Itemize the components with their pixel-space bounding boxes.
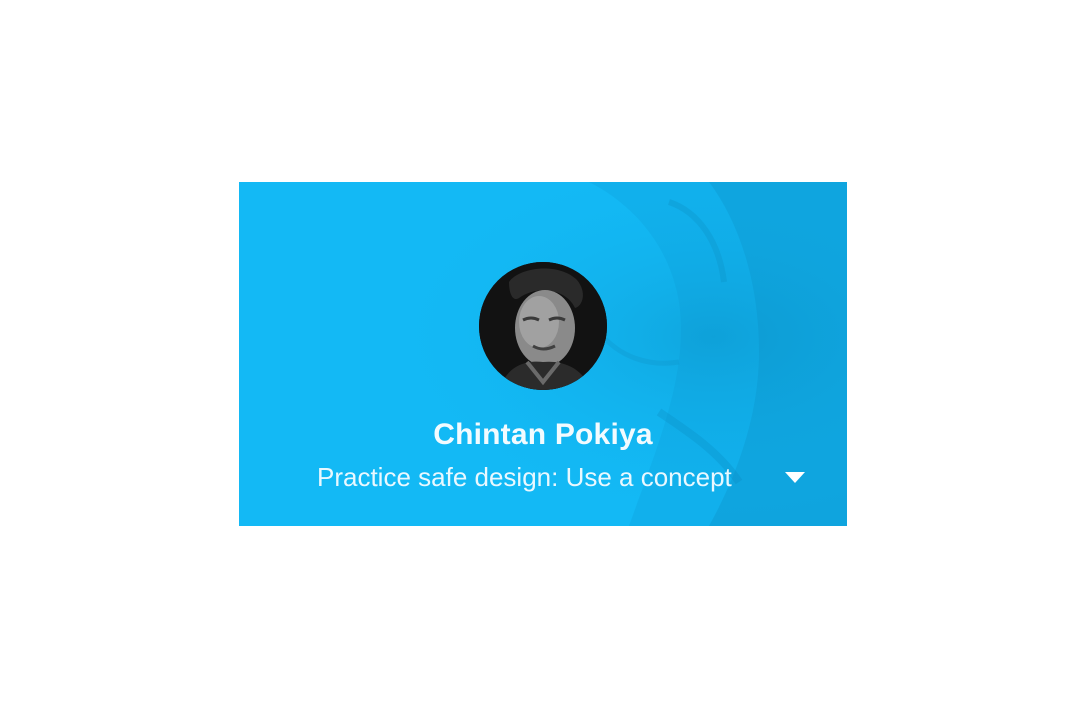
- status-row[interactable]: Practice safe design: Use a concept: [317, 459, 817, 495]
- status-text: Practice safe design: Use a concept: [317, 462, 732, 492]
- avatar-photo: [479, 262, 607, 390]
- profile-header: Chintan Pokiya Practice safe design: Use…: [239, 182, 847, 526]
- chevron-down-icon[interactable]: [784, 471, 806, 485]
- profile-name: Chintan Pokiya: [433, 418, 653, 451]
- avatar[interactable]: [479, 262, 607, 390]
